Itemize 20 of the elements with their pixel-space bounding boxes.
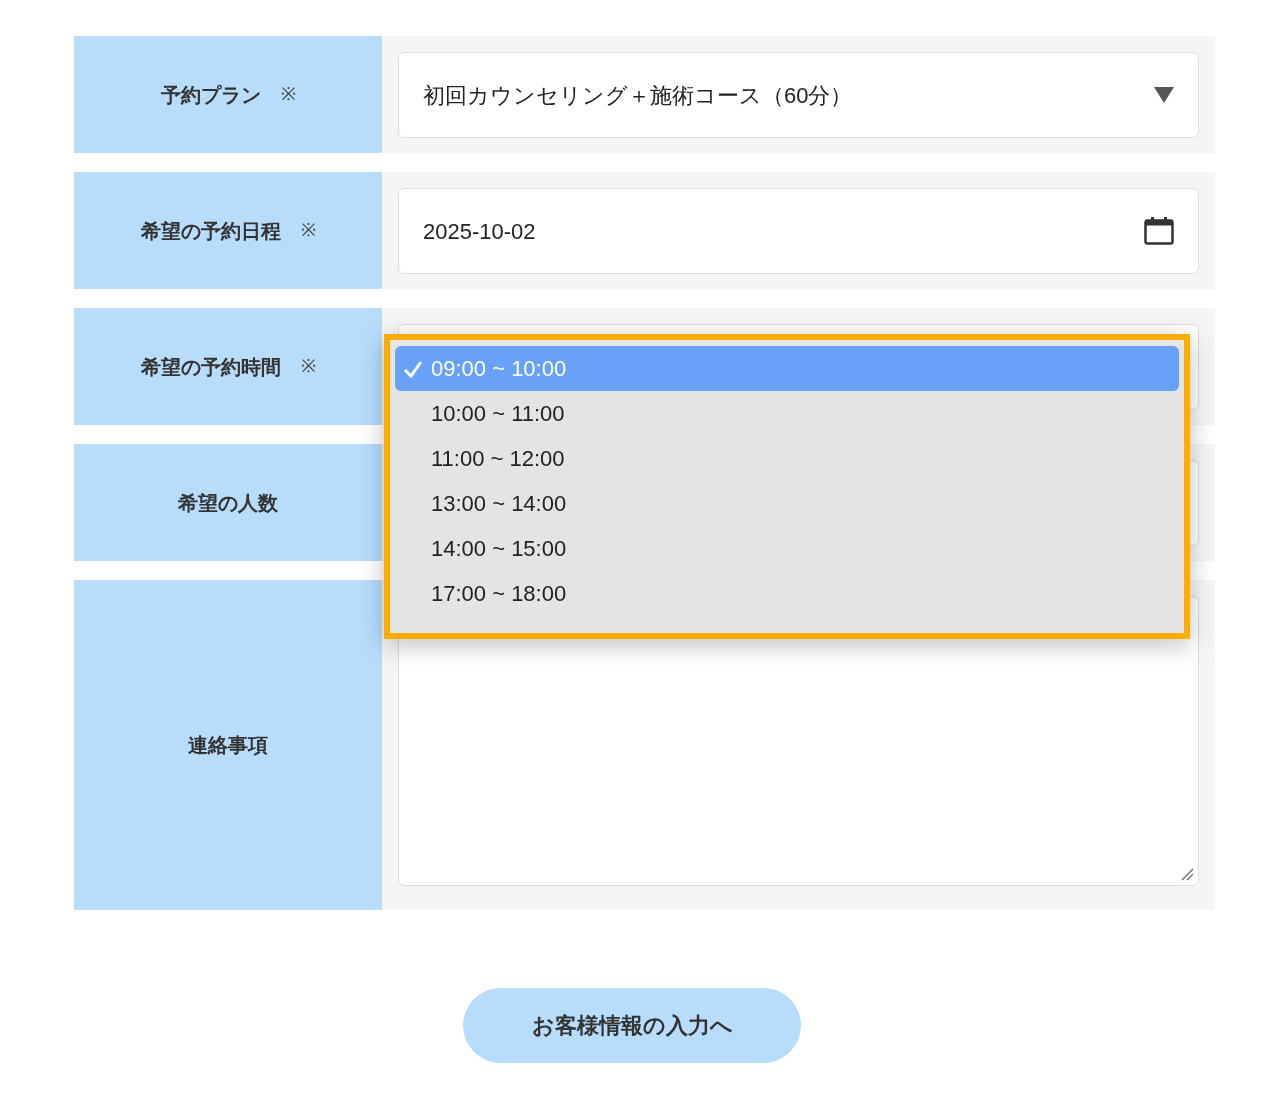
dropdown-triangle-icon (1154, 87, 1174, 103)
time-option[interactable]: 17:00 ~ 18:00 (395, 571, 1179, 616)
time-option[interactable]: 10:00 ~ 11:00 (395, 391, 1179, 436)
calendar-icon (1144, 217, 1174, 245)
next-button[interactable]: お客様情報の入力へ (463, 988, 801, 1063)
required-mark: ※ (300, 355, 316, 378)
date-field[interactable]: 2025-10-02 (398, 188, 1199, 274)
required-mark: ※ (280, 83, 296, 106)
required-mark: ※ (300, 219, 316, 242)
time-option[interactable]: 11:00 ~ 12:00 (395, 436, 1179, 481)
field-label: 希望の予約日程 (140, 218, 281, 244)
time-option[interactable]: 14:00 ~ 15:00 (395, 526, 1179, 571)
field-label: 希望の人数 (178, 490, 278, 516)
plan-select[interactable]: 初回カウンセリング＋施術コース（60分） (398, 52, 1199, 138)
field-label: 連絡事項 (188, 733, 268, 758)
time-option[interactable]: 13:00 ~ 14:00 (395, 481, 1179, 526)
field-label: 希望の予約時間 (140, 354, 281, 380)
checkmark-icon (403, 359, 423, 378)
field-label: 予約プラン (160, 82, 261, 108)
resize-handle-icon (1180, 867, 1194, 881)
